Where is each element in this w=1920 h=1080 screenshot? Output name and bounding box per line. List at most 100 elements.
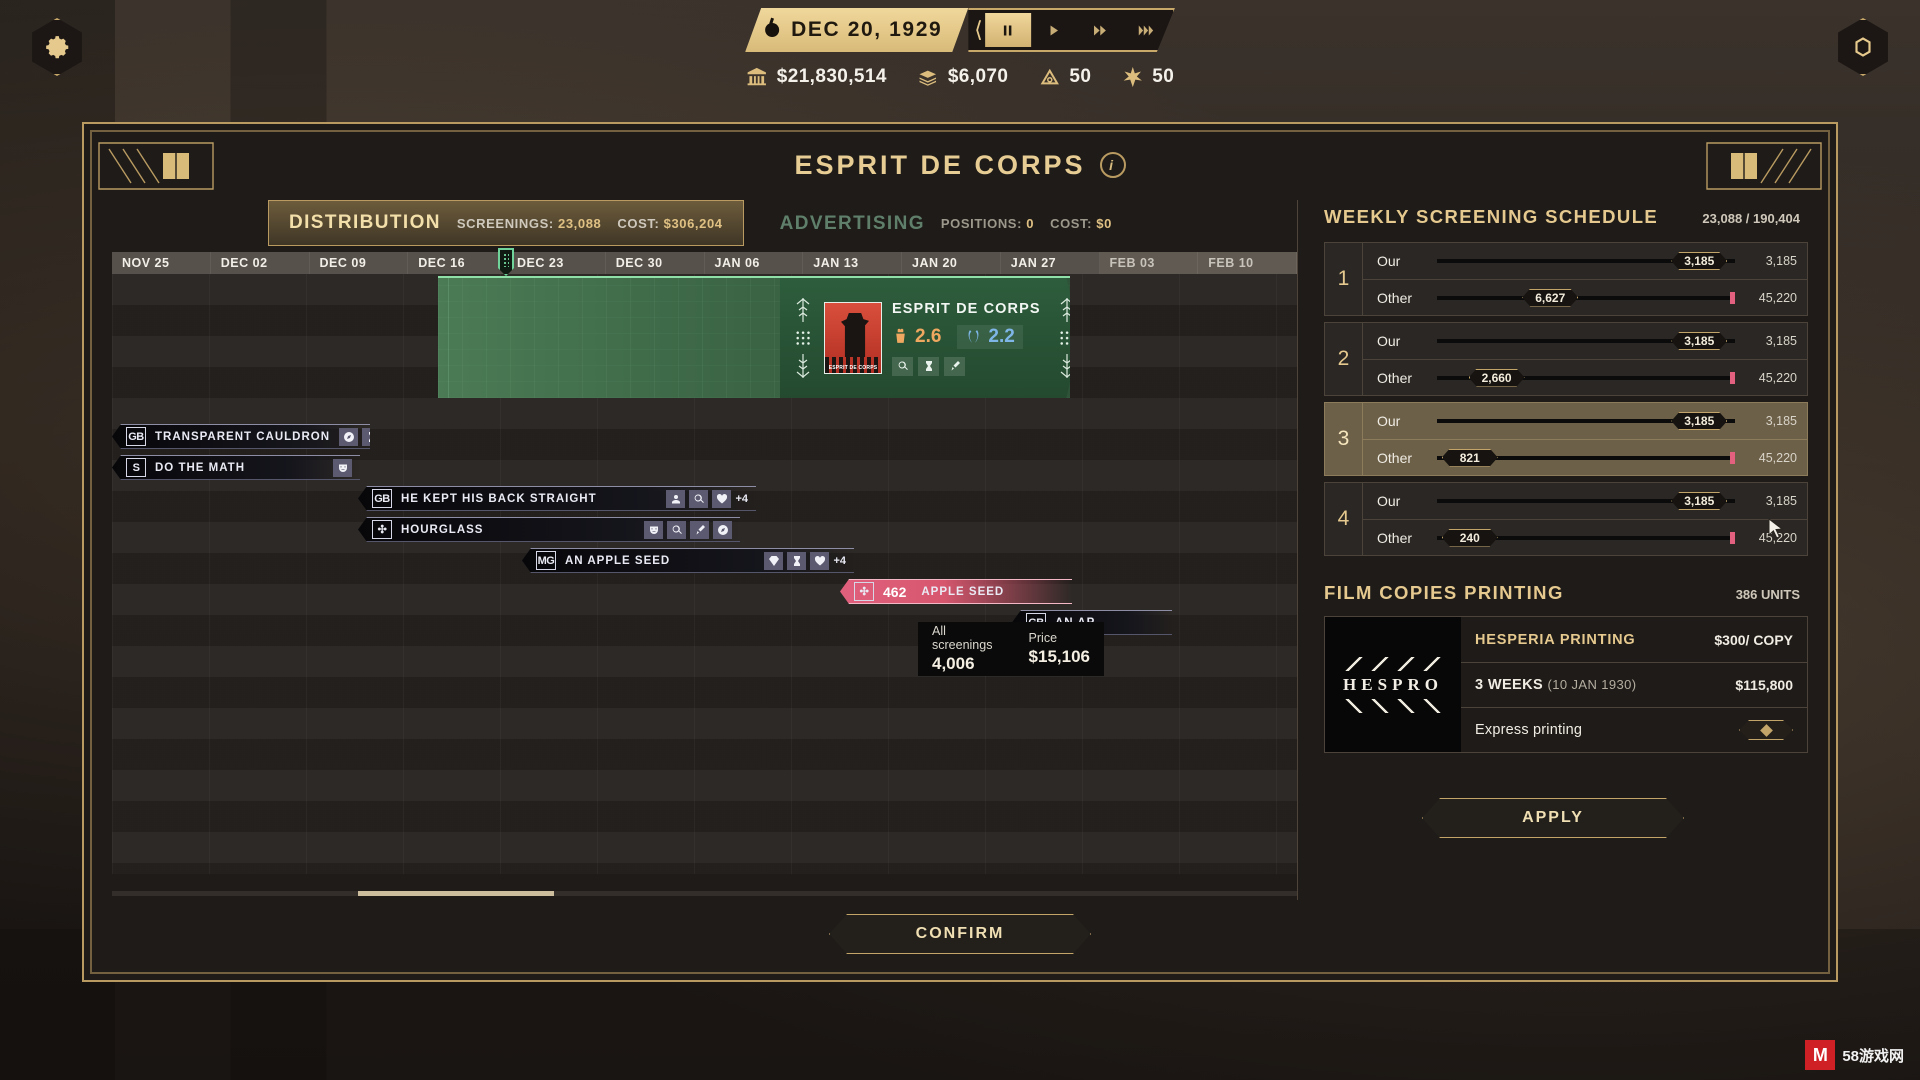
fastest-button[interactable] bbox=[1123, 13, 1169, 47]
schedule-row-label: Our bbox=[1377, 413, 1401, 429]
schedule-row: Our 3,185 3,185 bbox=[1363, 483, 1807, 519]
audience-rating-value: 2.6 bbox=[915, 325, 942, 347]
mask-icon[interactable] bbox=[644, 520, 663, 539]
screening-slider[interactable]: 6,627 bbox=[1437, 289, 1735, 307]
printer-row-express[interactable]: Express printing bbox=[1461, 707, 1807, 752]
cost-label: COST: bbox=[617, 215, 660, 231]
express-toggle[interactable] bbox=[1739, 720, 1793, 740]
play-button[interactable] bbox=[1031, 13, 1077, 47]
bank-value: $21,830,514 bbox=[776, 66, 887, 87]
timeline-column[interactable]: JAN 20 bbox=[902, 252, 1001, 274]
person-icon[interactable] bbox=[666, 489, 686, 508]
magnify-icon[interactable] bbox=[892, 357, 913, 376]
magnify-icon[interactable] bbox=[667, 520, 686, 539]
schedule-row-label: Other bbox=[1377, 449, 1413, 466]
timeline-column[interactable]: FEB 10 bbox=[1198, 252, 1297, 274]
slider-knob[interactable]: 2,660 bbox=[1469, 369, 1525, 387]
adv-cost-value: $0 bbox=[1096, 216, 1112, 231]
movie-bar[interactable]: GB TRANSPARENT CAULDRON bbox=[112, 424, 370, 449]
timeline-column[interactable]: JAN 13 bbox=[803, 252, 902, 274]
timeline-column[interactable]: DEC 16 bbox=[408, 252, 507, 274]
timeline-column[interactable]: DEC 30 bbox=[606, 252, 705, 274]
screening-slider[interactable]: 3,185 bbox=[1437, 332, 1735, 350]
timeline[interactable]: NOV 25 DEC 02 DEC 09 DEC 16 DEC 23 DEC 30 JAN … bbox=[112, 248, 1297, 900]
movie-bar[interactable]: ✣ HOURGLASS bbox=[358, 517, 740, 542]
schedule-row: Other 6,627 45,220 bbox=[1363, 279, 1807, 315]
compass-icon[interactable] bbox=[339, 427, 359, 446]
hourglass-icon[interactable] bbox=[362, 427, 370, 446]
timeline-column[interactable]: DEC 23 bbox=[507, 252, 606, 274]
slider-limit-marker bbox=[1730, 531, 1735, 544]
brush-icon[interactable] bbox=[690, 520, 709, 539]
hourglass-icon[interactable] bbox=[918, 357, 939, 376]
speed-controls[interactable]: ⟨ bbox=[968, 8, 1175, 52]
tab-advertising[interactable]: ADVERTISING POSITIONS: 0 COST: $0 bbox=[760, 200, 1132, 246]
fastest-icon bbox=[1138, 23, 1154, 38]
slider-knob[interactable]: 821 bbox=[1442, 449, 1498, 467]
movie-bar[interactable]: ✣ 462 APPLE SEED bbox=[840, 579, 1072, 604]
screenings-value: 23,088 bbox=[558, 215, 602, 231]
scrollbar-thumb[interactable] bbox=[358, 891, 554, 896]
screening-slider[interactable]: 821 bbox=[1437, 449, 1735, 467]
studio-badge: S bbox=[126, 458, 146, 477]
pause-button[interactable] bbox=[985, 13, 1031, 47]
compass-icon[interactable] bbox=[713, 520, 732, 539]
slider-limit-marker bbox=[1730, 291, 1735, 304]
screening-slider[interactable]: 2,660 bbox=[1437, 369, 1735, 387]
printer-name: HESPERIA PRINTING bbox=[1475, 631, 1636, 648]
slider-knob[interactable]: 3,185 bbox=[1671, 332, 1727, 350]
timeline-column[interactable]: DEC 02 bbox=[211, 252, 310, 274]
slider-knob[interactable]: 240 bbox=[1442, 529, 1498, 547]
week-number: 2 bbox=[1325, 323, 1363, 395]
confirm-button[interactable]: CONFIRM bbox=[829, 914, 1091, 954]
slider-knob[interactable]: 3,185 bbox=[1671, 252, 1727, 270]
screening-slider[interactable]: 240 bbox=[1437, 529, 1735, 547]
printer-price: $300/ COPY bbox=[1714, 631, 1793, 648]
timeline-column[interactable]: FEB 03 bbox=[1099, 252, 1199, 274]
timeline-body[interactable]: ESPRIT DE CORPS ESPRIT DE CORPS 2.6 2.2 … bbox=[112, 274, 1297, 874]
studio-badge: ✣ bbox=[854, 582, 874, 601]
slider-knob[interactable]: 3,185 bbox=[1671, 492, 1727, 510]
timeline-column[interactable]: JAN 06 bbox=[705, 252, 804, 274]
screening-slider[interactable]: 3,185 bbox=[1437, 412, 1735, 430]
duration-weeks: 3 WEEKS bbox=[1475, 677, 1544, 693]
heart-icon[interactable] bbox=[712, 489, 732, 508]
slider-knob[interactable]: 3,185 bbox=[1671, 412, 1727, 430]
printer-card[interactable]: HESPRO HESPERIA PRINTING $300/ COPY 3 WE… bbox=[1324, 616, 1808, 753]
chevron-left-icon: ⟨ bbox=[974, 17, 983, 42]
horizontal-scrollbar[interactable] bbox=[112, 891, 1297, 896]
release-card-actions[interactable] bbox=[892, 357, 1046, 376]
schedule-row: Our 3,185 3,185 bbox=[1363, 323, 1807, 359]
movie-bar[interactable]: S DO THE MATH bbox=[112, 455, 360, 480]
timeline-column[interactable]: NOV 25 bbox=[112, 252, 211, 274]
menu-button[interactable] bbox=[1832, 16, 1894, 78]
timeline-column[interactable]: JAN 27 bbox=[1001, 252, 1100, 274]
mask-icon[interactable] bbox=[333, 458, 352, 477]
fast-forward-button[interactable] bbox=[1077, 13, 1123, 47]
screening-slider[interactable]: 3,185 bbox=[1437, 252, 1735, 270]
release-card[interactable]: ESPRIT DE CORPS ESPRIT DE CORPS 2.6 2.2 bbox=[780, 276, 1070, 398]
distribution-screenings: SCREENINGS: 23,088 bbox=[457, 216, 601, 231]
weekly-schedule-list: 1 Our 3,185 3,185 Other 6,627 45,220 2 Our 3,185 3… bbox=[1324, 242, 1808, 556]
screening-slider[interactable]: 3,185 bbox=[1437, 492, 1735, 510]
apply-button[interactable]: APPLY bbox=[1422, 798, 1684, 838]
hex-menu-icon bbox=[1838, 18, 1888, 76]
magnify-icon[interactable] bbox=[689, 489, 709, 508]
brush-icon[interactable] bbox=[944, 357, 965, 376]
slider-knob[interactable]: 6,627 bbox=[1522, 289, 1578, 307]
tab-distribution[interactable]: DISTRIBUTION SCREENINGS: 23,088 COST: $3… bbox=[268, 200, 744, 246]
release-window-block[interactable]: ESPRIT DE CORPS ESPRIT DE CORPS 2.6 2.2 bbox=[438, 276, 1070, 398]
settings-button[interactable] bbox=[26, 16, 88, 78]
schedule-week: 3 Our 3,185 3,185 Other 821 45,220 bbox=[1324, 402, 1808, 476]
audience-rating: 2.6 bbox=[892, 326, 941, 348]
hourglass-icon[interactable] bbox=[787, 551, 807, 570]
info-icon[interactable]: i bbox=[1099, 152, 1126, 178]
movie-bar[interactable]: GB HE KEPT HIS BACK STRAIGHT +4 bbox=[358, 486, 756, 511]
movie-bar[interactable]: MG AN APPLE SEED +4 bbox=[522, 548, 854, 573]
heart-icon[interactable] bbox=[810, 551, 830, 570]
timeline-column[interactable]: DEC 09 bbox=[310, 252, 409, 274]
gem-icon[interactable] bbox=[764, 551, 784, 570]
tab-bar: DISTRIBUTION SCREENINGS: 23,088 COST: $3… bbox=[112, 200, 1297, 246]
express-label: Express printing bbox=[1475, 722, 1583, 738]
laurel-icon bbox=[965, 328, 982, 345]
